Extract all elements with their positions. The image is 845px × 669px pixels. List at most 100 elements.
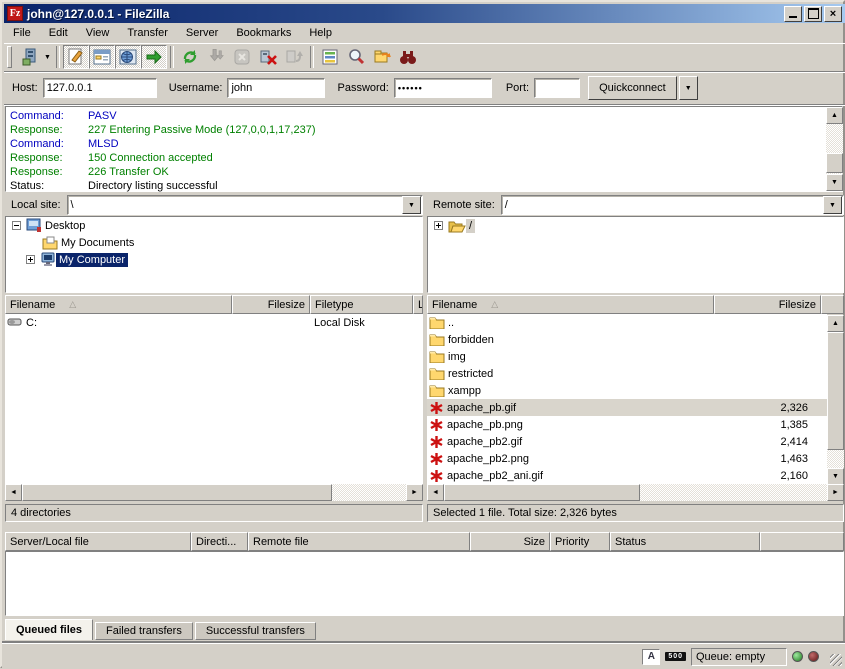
remote-file-row[interactable]: forbidden: [427, 331, 827, 348]
scroll-thumb[interactable]: [827, 332, 844, 450]
menu-help[interactable]: Help: [300, 24, 341, 42]
file-name: apache_pb.png: [447, 419, 523, 431]
image-file-icon: [429, 469, 444, 483]
file-name: forbidden: [448, 334, 494, 346]
local-site-combo[interactable]: \ ▼: [67, 195, 423, 215]
remote-site-combo[interactable]: / ▼: [501, 195, 844, 215]
find-files-button[interactable]: [395, 45, 421, 69]
log-label: Response:: [6, 165, 88, 179]
username-input[interactable]: [228, 79, 324, 97]
host-input[interactable]: [44, 79, 156, 97]
tab-queued-files[interactable]: Queued files: [5, 619, 93, 640]
local-horizontal-scrollbar[interactable]: ◄ ►: [5, 484, 423, 501]
column-status[interactable]: Status: [610, 532, 760, 551]
password-input[interactable]: [395, 79, 491, 97]
directory-listing-filters-button[interactable]: [317, 45, 343, 69]
chevron-down-icon[interactable]: ▼: [823, 196, 842, 214]
local-pane: Local site: \ ▼ Desktop My Documents My …: [5, 194, 423, 525]
speed-limits-icon[interactable]: 500: [665, 652, 686, 661]
collapse-icon[interactable]: [12, 221, 21, 230]
folder-icon: [429, 316, 445, 329]
scroll-thumb[interactable]: [444, 484, 640, 501]
tree-item-my-documents[interactable]: My Documents: [6, 234, 422, 251]
local-file-row[interactable]: C: Local Disk: [5, 314, 423, 331]
menu-edit[interactable]: Edit: [40, 24, 77, 42]
disconnect-button[interactable]: [255, 45, 281, 69]
menu-view[interactable]: View: [77, 24, 119, 42]
tree-item-root[interactable]: /: [428, 217, 843, 234]
column-last-modified[interactable]: L: [413, 295, 423, 314]
refresh-button[interactable]: [177, 45, 203, 69]
open-folder-icon: [448, 219, 466, 233]
image-file-icon: [429, 435, 444, 449]
remote-file-row-selected[interactable]: apache_pb.gif2,326: [427, 399, 827, 416]
resize-grip[interactable]: [830, 654, 842, 666]
site-manager-dropdown-button[interactable]: ▼: [42, 46, 53, 68]
toggle-remote-tree-button[interactable]: [115, 45, 141, 69]
scroll-down-button[interactable]: ▼: [826, 174, 843, 191]
remote-file-row[interactable]: img: [427, 348, 827, 365]
remote-file-row[interactable]: apache_pb.png1,385: [427, 416, 827, 433]
chevron-down-icon[interactable]: ▼: [402, 196, 421, 214]
scroll-up-button[interactable]: ▲: [826, 107, 843, 124]
toolbar-grip[interactable]: [7, 46, 12, 68]
column-filesize[interactable]: Filesize: [714, 295, 821, 314]
queue-list[interactable]: [5, 551, 844, 616]
remote-file-row[interactable]: apache_pb2.png1,463: [427, 450, 827, 467]
site-manager-button[interactable]: [16, 45, 42, 69]
transfer-type-indicator[interactable]: A: [642, 649, 660, 665]
scroll-right-button[interactable]: ►: [827, 484, 844, 501]
column-priority[interactable]: Priority: [550, 532, 610, 551]
scroll-right-button[interactable]: ►: [406, 484, 423, 501]
scroll-thumb[interactable]: [826, 153, 843, 173]
expand-icon[interactable]: [26, 255, 35, 264]
local-site-label: Local site:: [5, 199, 67, 211]
synchronized-browsing-button[interactable]: [369, 45, 395, 69]
remote-file-row[interactable]: restricted: [427, 365, 827, 382]
remote-file-row[interactable]: xampp: [427, 382, 827, 399]
scroll-up-button[interactable]: ▲: [827, 315, 844, 332]
column-server-local-file[interactable]: Server/Local file: [5, 532, 191, 551]
maximize-button[interactable]: [804, 6, 822, 22]
quickconnect-button[interactable]: Quickconnect: [588, 76, 677, 100]
remote-file-row[interactable]: apache_pb2.gif2,414: [427, 433, 827, 450]
toggle-local-tree-button[interactable]: [89, 45, 115, 69]
expand-icon[interactable]: [434, 221, 443, 230]
toggle-message-log-button[interactable]: [63, 45, 89, 69]
remote-horizontal-scrollbar[interactable]: ◄ ►: [427, 484, 844, 501]
tree-item-desktop[interactable]: Desktop: [6, 217, 422, 234]
menu-transfer[interactable]: Transfer: [118, 24, 177, 42]
column-filename[interactable]: Filename△: [5, 295, 232, 314]
remote-file-row[interactable]: ..: [427, 314, 827, 331]
scroll-left-button[interactable]: ◄: [5, 484, 22, 501]
quickconnect-dropdown-button[interactable]: ▼: [679, 76, 698, 100]
scroll-thumb[interactable]: [22, 484, 332, 501]
log-scrollbar[interactable]: ▲ ▼: [826, 107, 843, 191]
scroll-down-button[interactable]: ▼: [827, 468, 844, 485]
column-remote-file[interactable]: Remote file: [248, 532, 470, 551]
column-filename[interactable]: Filename△: [427, 295, 714, 314]
scroll-left-button[interactable]: ◄: [427, 484, 444, 501]
column-filesize[interactable]: Filesize: [232, 295, 310, 314]
port-input[interactable]: [535, 79, 579, 97]
menu-server[interactable]: Server: [177, 24, 227, 42]
column-size[interactable]: Size: [470, 532, 550, 551]
menu-file[interactable]: File: [4, 24, 40, 42]
remote-file-row[interactable]: apache_pb2_ani.gif2,160: [427, 467, 827, 484]
toggle-transfer-queue-button[interactable]: [141, 45, 167, 69]
column-filetype[interactable]: Filetype: [310, 295, 413, 314]
my-documents-icon: [42, 236, 58, 250]
column-direction[interactable]: Directi...: [191, 532, 248, 551]
file-size: 2,160: [714, 470, 814, 482]
host-field-wrap: [43, 78, 157, 98]
menu-bookmarks[interactable]: Bookmarks: [227, 24, 300, 42]
remote-vertical-scrollbar[interactable]: ▲ ▼: [827, 315, 844, 485]
tab-successful-transfers[interactable]: Successful transfers: [195, 622, 316, 640]
tab-failed-transfers[interactable]: Failed transfers: [95, 622, 193, 640]
folder-icon: [429, 333, 445, 346]
tree-item-my-computer[interactable]: My Computer: [6, 251, 422, 268]
binoculars-icon: [398, 47, 418, 67]
directory-comparison-button[interactable]: [343, 45, 369, 69]
close-button[interactable]: ×: [824, 6, 842, 22]
minimize-button[interactable]: [784, 6, 802, 22]
